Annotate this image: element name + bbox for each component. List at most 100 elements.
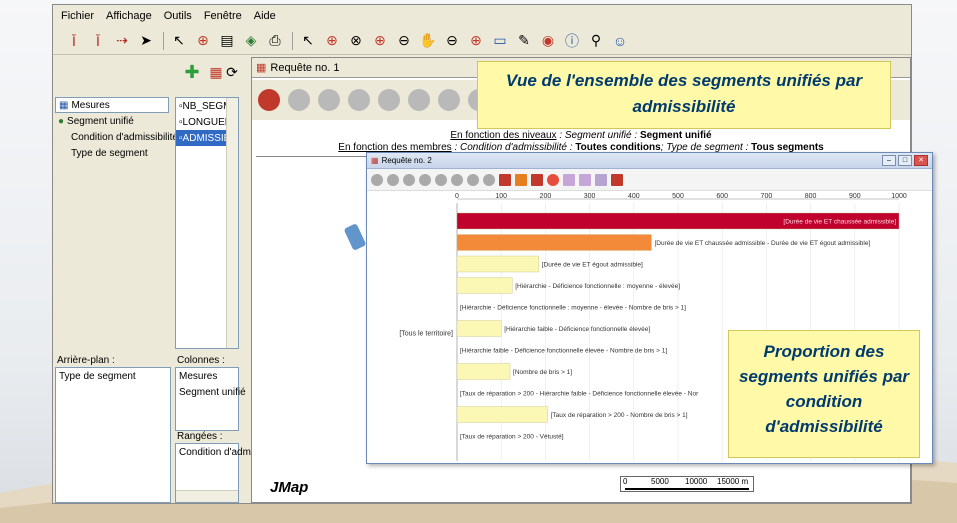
fields-scrollbar[interactable] (226, 98, 238, 348)
dimensions-tree: ▦ Mesures ● Segment unifié Condition d'adm… (55, 97, 178, 347)
toolbar-separator (292, 31, 293, 50)
background-list: Type de segment (55, 367, 171, 503)
columns-list: Mesures Segment unifié (175, 367, 246, 431)
layers-icon[interactable]: ◈ (240, 30, 262, 52)
bar-label: [Taux de réparation > 200 - Nombre de br… (551, 412, 688, 419)
chart-type-icon[interactable] (318, 89, 340, 111)
menu-affichage[interactable]: Affichage (106, 10, 152, 22)
menu-outils[interactable]: Outils (164, 10, 192, 22)
chart-type-icon[interactable] (378, 89, 400, 111)
line-chart-icon[interactable] (563, 173, 575, 186)
drill-down-icon[interactable]: Ī (87, 30, 109, 52)
tree-item-type-segment[interactable]: Type de segment (55, 145, 169, 161)
select-tool-icon[interactable]: Ī (63, 30, 85, 52)
pie-chart-icon[interactable] (547, 173, 559, 186)
row-item[interactable]: Condition d'admi (176, 444, 253, 460)
zoom-icon[interactable]: ⊕ (192, 30, 214, 52)
pan-hand-icon[interactable]: ✋ (417, 30, 439, 52)
bar-label: [Hiérarchie - Déficience fonctionnelle :… (460, 305, 686, 312)
background-label: Arrière-plan : (57, 355, 115, 366)
chart-type-icon[interactable] (371, 173, 383, 186)
x-tick-label: 800 (805, 193, 817, 200)
map-extent-icon[interactable]: ▭ (489, 30, 511, 52)
chart-type-icon[interactable] (288, 89, 310, 111)
levels-info: En fonction des niveaux : Segment unifié… (450, 130, 712, 141)
query2-titlebar: ▦ Requête no. 2 – □ ✕ (367, 153, 932, 169)
query1-title: Requête no. 1 (270, 61, 340, 74)
chart-type-icon[interactable] (408, 89, 430, 111)
bar-label: [Durée de vie ET chaussée admissible] (783, 219, 896, 226)
tree-item-condition[interactable]: Condition d'admissibilité (55, 129, 178, 145)
bar-label: [Durée de vie ET chaussée admissible - D… (654, 240, 870, 247)
bar-label: [Hiérarchie faible - Déficience fonction… (460, 348, 667, 355)
users-icon[interactable]: ☺ (609, 30, 631, 52)
table-icon[interactable] (499, 173, 511, 186)
rows-scrollbar[interactable] (176, 490, 238, 502)
background-item[interactable]: Type de segment (56, 368, 170, 384)
zoom-minus-icon[interactable]: ⊖ (393, 30, 415, 52)
zoom-next-icon[interactable]: ⊕ (465, 30, 487, 52)
bar (456, 234, 652, 251)
zoom-area-icon[interactable]: ⊗ (345, 30, 367, 52)
column-chart-icon[interactable] (595, 173, 607, 186)
pivot-icon[interactable]: ⇢ (111, 30, 133, 52)
select-arrow-icon[interactable]: ↖ (168, 30, 190, 52)
select-element-icon[interactable]: ◉ (537, 30, 559, 52)
rows-label: Rangées : (177, 431, 223, 442)
document-icon[interactable]: ▤ (216, 30, 238, 52)
x-tick-label: 200 (540, 193, 552, 200)
globe-icon: ● (58, 115, 65, 127)
close-icon[interactable]: ✕ (914, 155, 928, 166)
maximize-icon[interactable]: □ (898, 155, 912, 166)
info-icon[interactable]: ⓘ (561, 30, 583, 52)
print-icon[interactable]: ⎙ (264, 30, 286, 52)
scale-bar: 0 5000 10000 15000 m (620, 476, 754, 492)
chart-type-icon[interactable] (483, 173, 495, 186)
tree-item-segment-unifie[interactable]: ● Segment unifié (55, 113, 169, 129)
pointer-icon[interactable]: ➤ (135, 30, 157, 52)
bar-chart-icon[interactable] (515, 173, 527, 186)
chart-type-icon[interactable] (435, 173, 447, 186)
toolbar-separator (163, 31, 164, 50)
map-feature (343, 223, 367, 251)
tree-item-mesures[interactable]: ▦ Mesures (55, 97, 169, 113)
x-tick-label: 900 (849, 193, 861, 200)
grid-chart-icon[interactable] (531, 173, 543, 186)
chart-type-icon[interactable] (438, 89, 460, 111)
search-icon[interactable]: ⚲ (585, 30, 607, 52)
zoom-plus-icon[interactable]: ⊕ (369, 30, 391, 52)
menu-fenetre[interactable]: Fenêtre (204, 10, 242, 22)
zoom-previous-icon[interactable]: ⊖ (441, 30, 463, 52)
measure-icon[interactable]: ✎ (513, 30, 535, 52)
grid-icon: ▦ (59, 99, 69, 111)
x-tick-label: 0 (455, 193, 459, 200)
column-item[interactable]: Mesures (176, 368, 238, 384)
bar-label: [Durée de vie ET égout admissible] (542, 262, 643, 269)
zoom-in-icon[interactable]: ⊕ (321, 30, 343, 52)
minimize-icon[interactable]: – (882, 155, 896, 166)
x-tick-label: 100 (495, 193, 507, 200)
cursor-icon[interactable]: ↖ (297, 30, 319, 52)
rows-list: Condition d'admi (175, 443, 253, 503)
x-tick-label: 300 (584, 193, 596, 200)
query2-icon-row (367, 169, 932, 191)
chart-type-icon[interactable] (387, 173, 399, 186)
chart-type-icon[interactable] (403, 173, 415, 186)
area-chart-icon[interactable] (611, 173, 623, 186)
x-tick-label: 1000 (891, 193, 907, 200)
globe-chart-icon[interactable] (258, 89, 280, 111)
chart-type-icon[interactable] (348, 89, 370, 111)
line-chart-icon[interactable] (579, 173, 591, 186)
refresh-icon[interactable]: ⟳ (221, 61, 243, 83)
column-item[interactable]: Segment unifié (176, 384, 246, 400)
bar-label: [Taux de réparation > 200 - Vétusté] (460, 434, 564, 441)
bar-label: [Hiérarchie faible - Déficience fonction… (504, 326, 650, 333)
chart-type-icon[interactable] (419, 173, 431, 186)
main-toolbar: Ī Ī ⇢ ➤ ↖ ⊕ ▤ ◈ ⎙ ↖ ⊕ ⊗ ⊕ ⊖ ✋ ⊖ ⊕ ▭ ✎ ◉ … (53, 27, 911, 55)
chart-type-icon[interactable] (467, 173, 479, 186)
chart-type-icon[interactable] (451, 173, 463, 186)
add-icon[interactable]: ✚ (181, 61, 203, 83)
menu-fichier[interactable]: Fichier (61, 10, 94, 22)
callout-overview: Vue de l'ensemble des segments unifiés p… (477, 61, 891, 129)
menu-aide[interactable]: Aide (254, 10, 276, 22)
